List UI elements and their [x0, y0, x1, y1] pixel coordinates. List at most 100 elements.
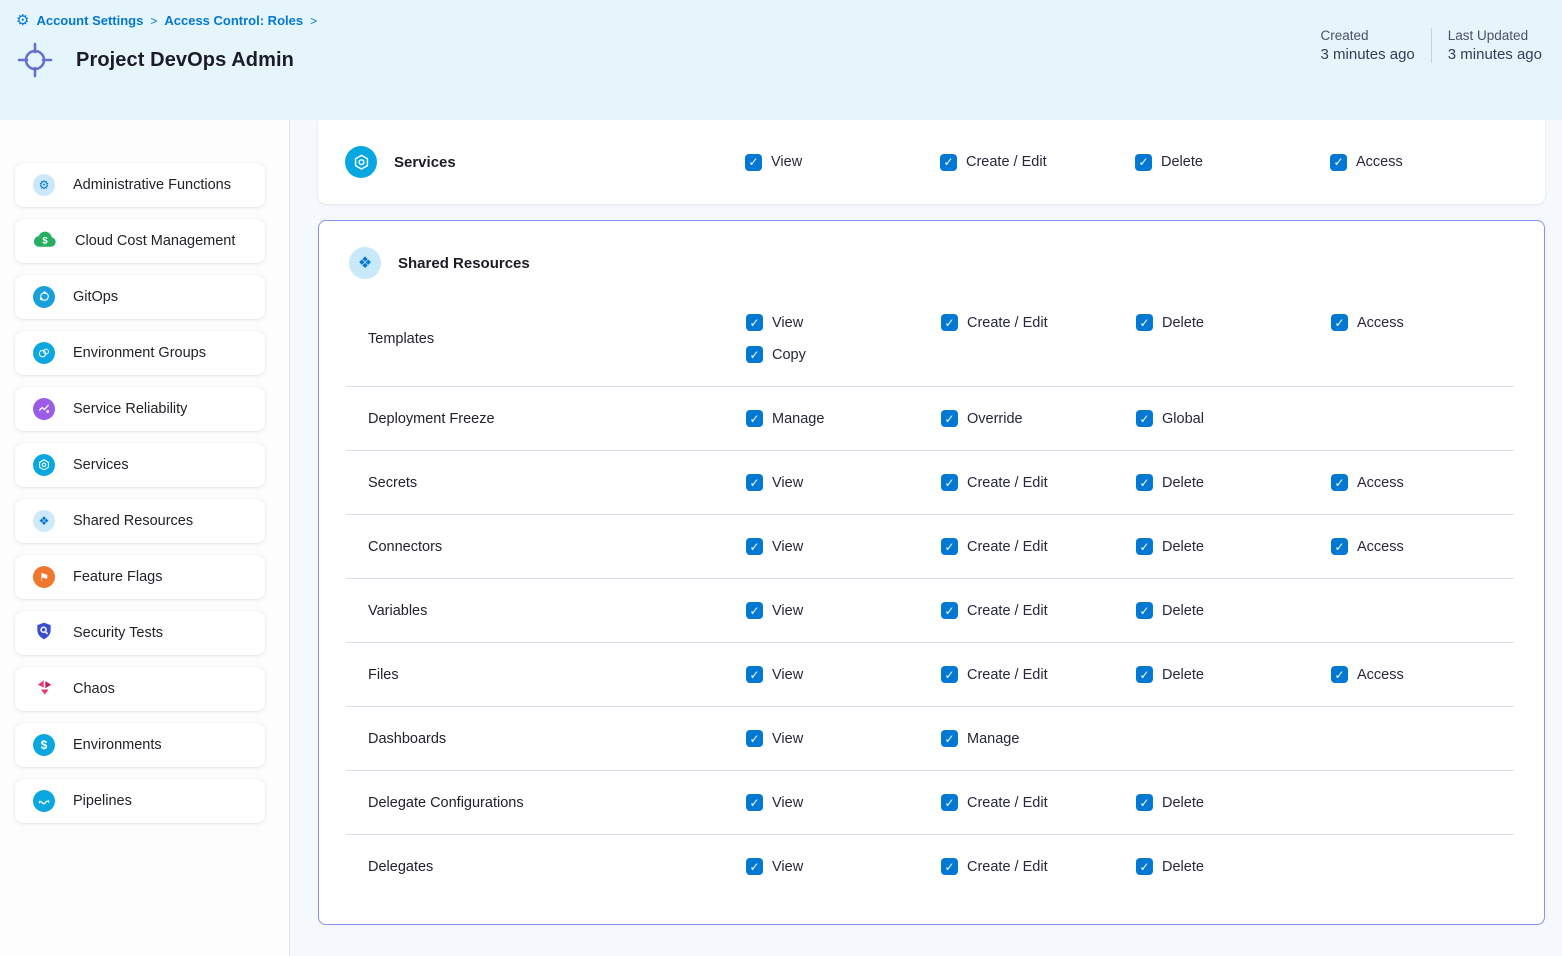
permission-access[interactable]: Access	[1331, 314, 1514, 331]
permission-column: Create / Edit	[941, 858, 1136, 875]
checkbox-checked-icon[interactable]	[1331, 538, 1348, 555]
checkbox-checked-icon[interactable]	[941, 730, 958, 747]
permission-view[interactable]: View	[746, 666, 941, 683]
checkbox-checked-icon[interactable]	[746, 346, 763, 363]
services-permission-card: Services ViewCreate / EditDeleteAccess	[318, 120, 1545, 204]
permission-column: Access	[1330, 154, 1518, 171]
checkbox-checked-icon[interactable]	[745, 154, 762, 171]
sidebar-item-service-reliability[interactable]: Service Reliability	[15, 387, 265, 431]
permission-copy[interactable]: Copy	[746, 346, 941, 363]
admin-functions-icon: ⚙	[33, 174, 55, 196]
permission-view[interactable]: View	[746, 730, 941, 747]
sidebar-item-cloud-cost-management[interactable]: $Cloud Cost Management	[15, 219, 265, 263]
permission-delete[interactable]: Delete	[1136, 474, 1331, 491]
checkbox-checked-icon[interactable]	[746, 858, 763, 875]
permission-global[interactable]: Global	[1136, 410, 1331, 427]
checkbox-checked-icon[interactable]	[746, 474, 763, 491]
permission-delete[interactable]: Delete	[1136, 602, 1331, 619]
permission-view[interactable]: View	[745, 154, 940, 171]
permission-create-edit[interactable]: Create / Edit	[941, 858, 1136, 875]
checkbox-checked-icon[interactable]	[1331, 314, 1348, 331]
permission-delete[interactable]: Delete	[1136, 538, 1331, 555]
permission-view[interactable]: View	[746, 858, 941, 875]
permission-manage[interactable]: Manage	[941, 730, 1136, 747]
permission-delete[interactable]: Delete	[1136, 794, 1331, 811]
permission-create-edit[interactable]: Create / Edit	[941, 314, 1136, 331]
permission-view[interactable]: View	[746, 474, 941, 491]
permission-column: View	[746, 474, 941, 491]
checkbox-checked-icon[interactable]	[1330, 154, 1347, 171]
checkbox-checked-icon[interactable]	[1136, 410, 1153, 427]
checkbox-checked-icon[interactable]	[746, 730, 763, 747]
permission-column: View	[746, 858, 941, 875]
checkbox-checked-icon[interactable]	[1136, 538, 1153, 555]
sidebar-item-security-tests[interactable]: Security Tests	[15, 611, 265, 655]
checkbox-checked-icon[interactable]	[941, 602, 958, 619]
checkbox-checked-icon[interactable]	[941, 314, 958, 331]
sidebar-item-chaos[interactable]: Chaos	[15, 667, 265, 711]
checkbox-checked-icon[interactable]	[941, 538, 958, 555]
checkbox-checked-icon[interactable]	[746, 538, 763, 555]
checkbox-checked-icon[interactable]	[941, 794, 958, 811]
checkbox-checked-icon[interactable]	[746, 666, 763, 683]
checkbox-checked-icon[interactable]	[941, 858, 958, 875]
checkbox-checked-icon[interactable]	[941, 474, 958, 491]
breadcrumb-account-settings[interactable]: Account Settings	[36, 13, 143, 28]
checkbox-checked-icon[interactable]	[941, 410, 958, 427]
sidebar-item-pipelines[interactable]: Pipelines	[15, 779, 265, 823]
svg-text:$: $	[42, 235, 48, 246]
permission-manage[interactable]: Manage	[746, 410, 941, 427]
checkbox-checked-icon[interactable]	[1331, 666, 1348, 683]
sidebar-item-shared-resources[interactable]: ❖Shared Resources	[15, 499, 265, 543]
checkbox-checked-icon[interactable]	[746, 794, 763, 811]
breadcrumb-access-control-roles[interactable]: Access Control: Roles	[164, 13, 303, 28]
resource-label: Files	[346, 667, 746, 683]
checkbox-checked-icon[interactable]	[1136, 474, 1153, 491]
checkbox-checked-icon[interactable]	[1135, 154, 1152, 171]
permission-delete[interactable]: Delete	[1136, 858, 1331, 875]
checkbox-checked-icon[interactable]	[1136, 794, 1153, 811]
permission-access[interactable]: Access	[1331, 474, 1514, 491]
sidebar-item-services[interactable]: Services	[15, 443, 265, 487]
permission-access[interactable]: Access	[1331, 538, 1514, 555]
permission-override[interactable]: Override	[941, 410, 1136, 427]
permission-create-edit[interactable]: Create / Edit	[941, 538, 1136, 555]
permission-column: Delete	[1136, 858, 1331, 875]
permission-view[interactable]: View	[746, 314, 941, 331]
services-icon	[33, 454, 55, 477]
checkbox-checked-icon[interactable]	[940, 154, 957, 171]
checkbox-checked-icon[interactable]	[746, 410, 763, 427]
permission-label: Override	[967, 411, 1023, 427]
permission-access[interactable]: Access	[1331, 666, 1514, 683]
permission-create-edit[interactable]: Create / Edit	[941, 666, 1136, 683]
permission-access[interactable]: Access	[1330, 154, 1518, 171]
permission-view[interactable]: View	[746, 794, 941, 811]
checkbox-checked-icon[interactable]	[746, 602, 763, 619]
permission-create-edit[interactable]: Create / Edit	[940, 154, 1135, 171]
checkbox-checked-icon[interactable]	[1331, 474, 1348, 491]
permission-label: Access	[1357, 475, 1404, 491]
permission-view[interactable]: View	[746, 538, 941, 555]
sidebar-item-feature-flags[interactable]: ⚑Feature Flags	[15, 555, 265, 599]
permission-label: Create / Edit	[967, 603, 1048, 619]
checkbox-checked-icon[interactable]	[1136, 314, 1153, 331]
checkbox-checked-icon[interactable]	[1136, 602, 1153, 619]
permission-view[interactable]: View	[746, 602, 941, 619]
permission-delete[interactable]: Delete	[1136, 666, 1331, 683]
permission-label: Access	[1356, 154, 1403, 170]
sidebar-item-environment-groups[interactable]: Environment Groups	[15, 331, 265, 375]
permission-create-edit[interactable]: Create / Edit	[941, 794, 1136, 811]
checkbox-checked-icon[interactable]	[746, 314, 763, 331]
sidebar-item-environments[interactable]: $Environments	[15, 723, 265, 767]
permission-create-edit[interactable]: Create / Edit	[941, 474, 1136, 491]
sidebar-item-gitops[interactable]: GitOps	[15, 275, 265, 319]
checkbox-checked-icon[interactable]	[941, 666, 958, 683]
permission-column: Access	[1331, 314, 1514, 331]
permission-delete[interactable]: Delete	[1136, 314, 1331, 331]
permission-delete[interactable]: Delete	[1135, 154, 1330, 171]
sidebar-item-administrative-functions[interactable]: ⚙Administrative Functions	[15, 163, 265, 207]
permission-label: Create / Edit	[967, 795, 1048, 811]
permission-create-edit[interactable]: Create / Edit	[941, 602, 1136, 619]
checkbox-checked-icon[interactable]	[1136, 666, 1153, 683]
checkbox-checked-icon[interactable]	[1136, 858, 1153, 875]
